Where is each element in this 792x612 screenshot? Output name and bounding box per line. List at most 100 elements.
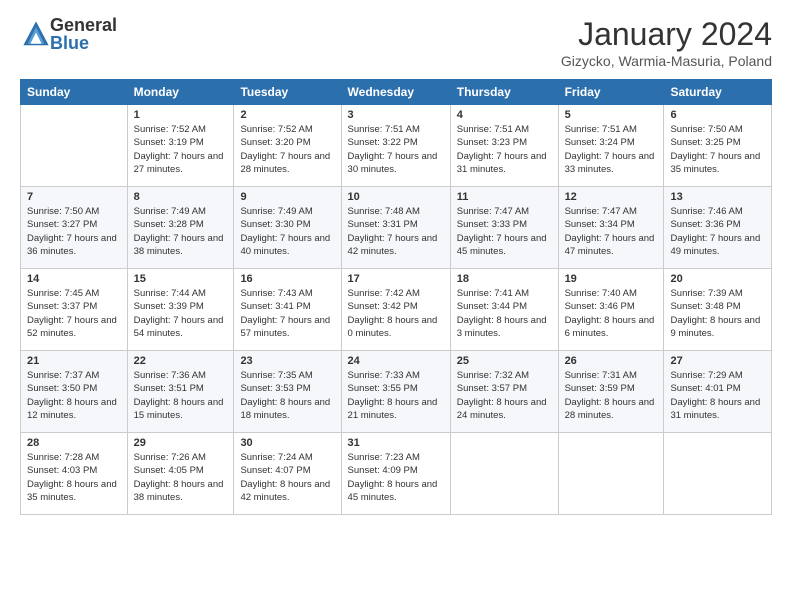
table-row	[450, 433, 558, 515]
day-number: 27	[670, 355, 765, 367]
day-info: Sunrise: 7:29 AMSunset: 4:01 PMDaylight:…	[670, 369, 765, 422]
table-row: 31 Sunrise: 7:23 AMSunset: 4:09 PMDaylig…	[341, 433, 450, 515]
table-row: 16 Sunrise: 7:43 AMSunset: 3:41 PMDaylig…	[234, 269, 341, 351]
table-row	[21, 105, 128, 187]
day-number: 4	[457, 109, 552, 121]
table-row: 24 Sunrise: 7:33 AMSunset: 3:55 PMDaylig…	[341, 351, 450, 433]
day-number: 22	[134, 355, 228, 367]
table-row: 23 Sunrise: 7:35 AMSunset: 3:53 PMDaylig…	[234, 351, 341, 433]
day-number: 7	[27, 191, 121, 203]
day-info: Sunrise: 7:51 AMSunset: 3:23 PMDaylight:…	[457, 123, 552, 176]
table-row: 20 Sunrise: 7:39 AMSunset: 3:48 PMDaylig…	[664, 269, 772, 351]
table-row: 8 Sunrise: 7:49 AMSunset: 3:28 PMDayligh…	[127, 187, 234, 269]
day-info: Sunrise: 7:44 AMSunset: 3:39 PMDaylight:…	[134, 287, 228, 340]
table-row: 29 Sunrise: 7:26 AMSunset: 4:05 PMDaylig…	[127, 433, 234, 515]
day-number: 13	[670, 191, 765, 203]
table-row: 4 Sunrise: 7:51 AMSunset: 3:23 PMDayligh…	[450, 105, 558, 187]
calendar-week-row: 14 Sunrise: 7:45 AMSunset: 3:37 PMDaylig…	[21, 269, 772, 351]
page-header: General Blue January 2024 Gizycko, Warmi…	[20, 16, 772, 69]
calendar-week-row: 28 Sunrise: 7:28 AMSunset: 4:03 PMDaylig…	[21, 433, 772, 515]
day-number: 23	[240, 355, 334, 367]
day-number: 18	[457, 273, 552, 285]
logo-blue-text: Blue	[50, 34, 117, 52]
day-number: 11	[457, 191, 552, 203]
day-info: Sunrise: 7:37 AMSunset: 3:50 PMDaylight:…	[27, 369, 121, 422]
table-row: 14 Sunrise: 7:45 AMSunset: 3:37 PMDaylig…	[21, 269, 128, 351]
calendar-week-row: 1 Sunrise: 7:52 AMSunset: 3:19 PMDayligh…	[21, 105, 772, 187]
day-number: 14	[27, 273, 121, 285]
day-info: Sunrise: 7:35 AMSunset: 3:53 PMDaylight:…	[240, 369, 334, 422]
logo-general-text: General	[50, 16, 117, 34]
table-row: 12 Sunrise: 7:47 AMSunset: 3:34 PMDaylig…	[558, 187, 664, 269]
day-info: Sunrise: 7:47 AMSunset: 3:33 PMDaylight:…	[457, 205, 552, 258]
title-block: January 2024 Gizycko, Warmia-Masuria, Po…	[561, 16, 772, 69]
table-row: 19 Sunrise: 7:40 AMSunset: 3:46 PMDaylig…	[558, 269, 664, 351]
table-row: 28 Sunrise: 7:28 AMSunset: 4:03 PMDaylig…	[21, 433, 128, 515]
day-info: Sunrise: 7:41 AMSunset: 3:44 PMDaylight:…	[457, 287, 552, 340]
table-row: 5 Sunrise: 7:51 AMSunset: 3:24 PMDayligh…	[558, 105, 664, 187]
day-info: Sunrise: 7:49 AMSunset: 3:28 PMDaylight:…	[134, 205, 228, 258]
header-monday: Monday	[127, 80, 234, 105]
day-info: Sunrise: 7:48 AMSunset: 3:31 PMDaylight:…	[348, 205, 444, 258]
table-row	[664, 433, 772, 515]
day-number: 29	[134, 437, 228, 449]
table-row: 26 Sunrise: 7:31 AMSunset: 3:59 PMDaylig…	[558, 351, 664, 433]
day-number: 3	[348, 109, 444, 121]
table-row: 13 Sunrise: 7:46 AMSunset: 3:36 PMDaylig…	[664, 187, 772, 269]
day-number: 25	[457, 355, 552, 367]
day-info: Sunrise: 7:31 AMSunset: 3:59 PMDaylight:…	[565, 369, 658, 422]
day-info: Sunrise: 7:52 AMSunset: 3:19 PMDaylight:…	[134, 123, 228, 176]
table-row: 10 Sunrise: 7:48 AMSunset: 3:31 PMDaylig…	[341, 187, 450, 269]
table-row: 27 Sunrise: 7:29 AMSunset: 4:01 PMDaylig…	[664, 351, 772, 433]
table-row: 22 Sunrise: 7:36 AMSunset: 3:51 PMDaylig…	[127, 351, 234, 433]
header-wednesday: Wednesday	[341, 80, 450, 105]
day-info: Sunrise: 7:32 AMSunset: 3:57 PMDaylight:…	[457, 369, 552, 422]
header-tuesday: Tuesday	[234, 80, 341, 105]
day-info: Sunrise: 7:50 AMSunset: 3:27 PMDaylight:…	[27, 205, 121, 258]
day-number: 31	[348, 437, 444, 449]
calendar-table: Sunday Monday Tuesday Wednesday Thursday…	[20, 79, 772, 515]
table-row: 25 Sunrise: 7:32 AMSunset: 3:57 PMDaylig…	[450, 351, 558, 433]
day-info: Sunrise: 7:39 AMSunset: 3:48 PMDaylight:…	[670, 287, 765, 340]
day-number: 9	[240, 191, 334, 203]
day-number: 28	[27, 437, 121, 449]
day-info: Sunrise: 7:26 AMSunset: 4:05 PMDaylight:…	[134, 451, 228, 504]
weekday-header-row: Sunday Monday Tuesday Wednesday Thursday…	[21, 80, 772, 105]
table-row: 1 Sunrise: 7:52 AMSunset: 3:19 PMDayligh…	[127, 105, 234, 187]
table-row: 6 Sunrise: 7:50 AMSunset: 3:25 PMDayligh…	[664, 105, 772, 187]
day-info: Sunrise: 7:28 AMSunset: 4:03 PMDaylight:…	[27, 451, 121, 504]
day-info: Sunrise: 7:47 AMSunset: 3:34 PMDaylight:…	[565, 205, 658, 258]
day-number: 24	[348, 355, 444, 367]
header-friday: Friday	[558, 80, 664, 105]
table-row: 30 Sunrise: 7:24 AMSunset: 4:07 PMDaylig…	[234, 433, 341, 515]
day-info: Sunrise: 7:51 AMSunset: 3:22 PMDaylight:…	[348, 123, 444, 176]
month-title: January 2024	[561, 16, 772, 53]
calendar-week-row: 21 Sunrise: 7:37 AMSunset: 3:50 PMDaylig…	[21, 351, 772, 433]
table-row: 15 Sunrise: 7:44 AMSunset: 3:39 PMDaylig…	[127, 269, 234, 351]
day-info: Sunrise: 7:46 AMSunset: 3:36 PMDaylight:…	[670, 205, 765, 258]
day-info: Sunrise: 7:49 AMSunset: 3:30 PMDaylight:…	[240, 205, 334, 258]
day-number: 15	[134, 273, 228, 285]
table-row	[558, 433, 664, 515]
header-saturday: Saturday	[664, 80, 772, 105]
day-info: Sunrise: 7:50 AMSunset: 3:25 PMDaylight:…	[670, 123, 765, 176]
day-number: 1	[134, 109, 228, 121]
day-info: Sunrise: 7:52 AMSunset: 3:20 PMDaylight:…	[240, 123, 334, 176]
calendar-week-row: 7 Sunrise: 7:50 AMSunset: 3:27 PMDayligh…	[21, 187, 772, 269]
logo-icon	[22, 20, 50, 48]
day-info: Sunrise: 7:43 AMSunset: 3:41 PMDaylight:…	[240, 287, 334, 340]
header-thursday: Thursday	[450, 80, 558, 105]
header-sunday: Sunday	[21, 80, 128, 105]
table-row: 7 Sunrise: 7:50 AMSunset: 3:27 PMDayligh…	[21, 187, 128, 269]
table-row: 21 Sunrise: 7:37 AMSunset: 3:50 PMDaylig…	[21, 351, 128, 433]
day-number: 30	[240, 437, 334, 449]
day-info: Sunrise: 7:42 AMSunset: 3:42 PMDaylight:…	[348, 287, 444, 340]
table-row: 17 Sunrise: 7:42 AMSunset: 3:42 PMDaylig…	[341, 269, 450, 351]
day-info: Sunrise: 7:33 AMSunset: 3:55 PMDaylight:…	[348, 369, 444, 422]
table-row: 2 Sunrise: 7:52 AMSunset: 3:20 PMDayligh…	[234, 105, 341, 187]
day-info: Sunrise: 7:23 AMSunset: 4:09 PMDaylight:…	[348, 451, 444, 504]
location: Gizycko, Warmia-Masuria, Poland	[561, 53, 772, 69]
table-row: 9 Sunrise: 7:49 AMSunset: 3:30 PMDayligh…	[234, 187, 341, 269]
day-info: Sunrise: 7:36 AMSunset: 3:51 PMDaylight:…	[134, 369, 228, 422]
day-number: 10	[348, 191, 444, 203]
